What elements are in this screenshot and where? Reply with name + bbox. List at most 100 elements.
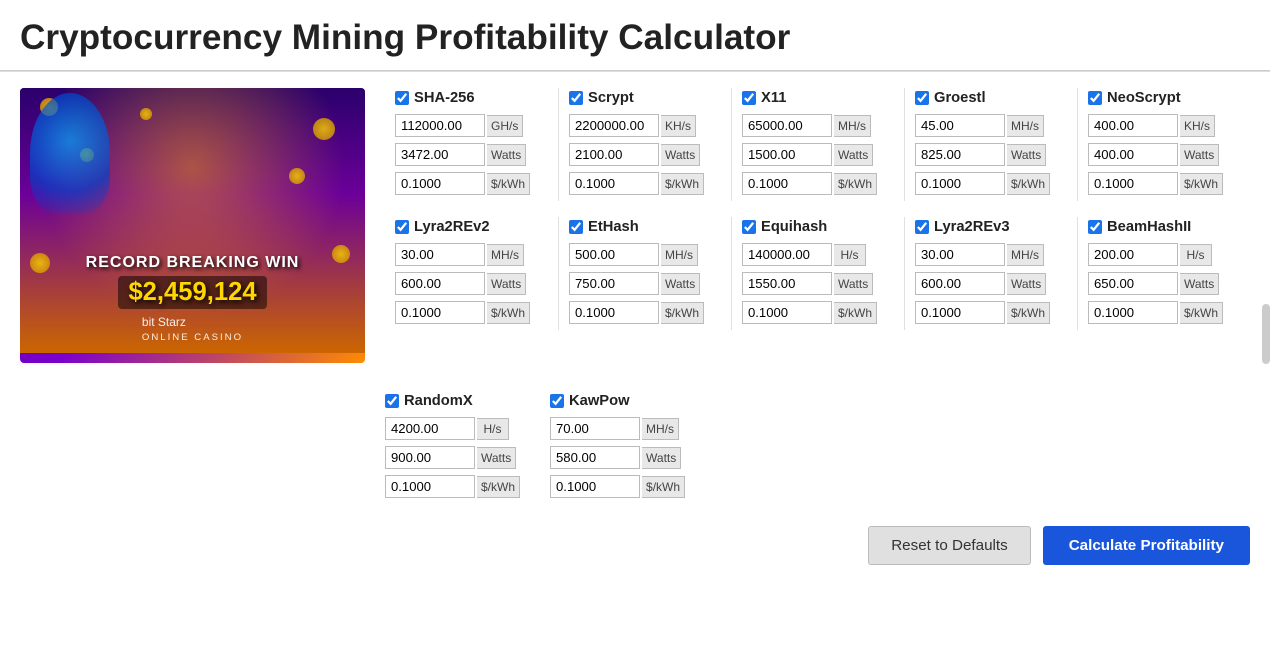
algo-kawpow: KawPow MH/s Watts $/kWh <box>550 391 685 504</box>
scrypt-power-input[interactable] <box>569 143 659 166</box>
lyra2rev2-hashrate-input[interactable] <box>395 243 485 266</box>
scrypt-cost-input[interactable] <box>569 172 659 195</box>
scrypt-power-unit: Watts <box>661 144 700 166</box>
groestl-hashrate-input[interactable] <box>915 114 1005 137</box>
sha256-power-unit: Watts <box>487 144 526 166</box>
algo-scrypt: Scrypt KH/s Watts $/kWh <box>558 88 731 201</box>
beamhashii-power-unit: Watts <box>1180 273 1219 295</box>
equihash-hashrate-input[interactable] <box>742 243 832 266</box>
lyra2rev3-hashrate-unit: MH/s <box>1007 244 1044 266</box>
scrypt-hashrate-unit: KH/s <box>661 115 696 137</box>
groestl-power-input[interactable] <box>915 143 1005 166</box>
page-title: Cryptocurrency Mining Profitability Calc… <box>0 0 1270 71</box>
reset-button[interactable]: Reset to Defaults <box>868 526 1031 565</box>
kawpow-hashrate-input[interactable] <box>550 417 640 440</box>
neoscrypt-hashrate-input[interactable] <box>1088 114 1178 137</box>
beamhashii-cost-input[interactable] <box>1088 301 1178 324</box>
lyra2rev3-power-unit: Watts <box>1007 273 1046 295</box>
ethash-cost-input[interactable] <box>569 301 659 324</box>
beamhashii-label: BeamHashII <box>1107 219 1191 235</box>
ad-amount: $2,459,124 <box>118 276 266 309</box>
scrypt-label: Scrypt <box>588 90 634 106</box>
lyra2rev3-cost-unit: $/kWh <box>1007 302 1050 324</box>
calculate-button[interactable]: Calculate Profitability <box>1043 526 1250 565</box>
algo-randomx: RandomX H/s Watts $/kWh <box>385 391 520 504</box>
neoscrypt-checkbox[interactable] <box>1088 91 1102 105</box>
kawpow-hashrate-unit: MH/s <box>642 418 679 440</box>
ethash-checkbox[interactable] <box>569 220 583 234</box>
scrypt-checkbox[interactable] <box>569 91 583 105</box>
beamhashii-hashrate-unit: H/s <box>1180 244 1212 266</box>
ethash-label: EtHash <box>588 219 639 235</box>
groestl-cost-unit: $/kWh <box>1007 173 1050 195</box>
lyra2rev3-hashrate-input[interactable] <box>915 243 1005 266</box>
beamhashii-power-input[interactable] <box>1088 272 1178 295</box>
sha256-checkbox[interactable] <box>395 91 409 105</box>
equihash-power-unit: Watts <box>834 273 873 295</box>
lyra2rev2-label: Lyra2REv2 <box>414 219 490 235</box>
scrypt-hashrate-input[interactable] <box>569 114 659 137</box>
randomx-checkbox[interactable] <box>385 394 399 408</box>
beamhashii-hashrate-input[interactable] <box>1088 243 1178 266</box>
equihash-power-input[interactable] <box>742 272 832 295</box>
bottom-algorithms: RandomX H/s Watts $/kWh KawPow MH/s Watt… <box>0 379 1270 516</box>
lyra2rev2-cost-unit: $/kWh <box>487 302 530 324</box>
kawpow-cost-input[interactable] <box>550 475 640 498</box>
neoscrypt-cost-unit: $/kWh <box>1180 173 1223 195</box>
x11-checkbox[interactable] <box>742 91 756 105</box>
sha256-cost-input[interactable] <box>395 172 485 195</box>
sha256-label: SHA-256 <box>414 90 475 106</box>
sha256-cost-unit: $/kWh <box>487 173 530 195</box>
groestl-checkbox[interactable] <box>915 91 929 105</box>
ethash-hashrate-unit: MH/s <box>661 244 698 266</box>
randomx-power-input[interactable] <box>385 446 475 469</box>
ethash-hashrate-input[interactable] <box>569 243 659 266</box>
lyra2rev3-label: Lyra2REv3 <box>934 219 1010 235</box>
algo-neoscrypt: NeoScrypt KH/s Watts $/kWh <box>1077 88 1250 201</box>
ethash-power-input[interactable] <box>569 272 659 295</box>
x11-hashrate-input[interactable] <box>742 114 832 137</box>
lyra2rev3-power-input[interactable] <box>915 272 1005 295</box>
algo-ethash: EtHash MH/s Watts $/kWh <box>558 217 731 330</box>
kawpow-power-input[interactable] <box>550 446 640 469</box>
sha256-hashrate-input[interactable] <box>395 114 485 137</box>
randomx-cost-input[interactable] <box>385 475 475 498</box>
neoscrypt-power-unit: Watts <box>1180 144 1219 166</box>
ad-logo: bit Starz ONLINE CASINO <box>142 315 243 343</box>
algo-beamhashii: BeamHashII H/s Watts $/kWh <box>1077 217 1250 330</box>
x11-power-input[interactable] <box>742 143 832 166</box>
kawpow-checkbox[interactable] <box>550 394 564 408</box>
randomx-power-unit: Watts <box>477 447 516 469</box>
x11-power-unit: Watts <box>834 144 873 166</box>
lyra2rev3-checkbox[interactable] <box>915 220 929 234</box>
neoscrypt-power-input[interactable] <box>1088 143 1178 166</box>
algo-x11: X11 MH/s Watts $/kWh <box>731 88 904 201</box>
randomx-label: RandomX <box>404 393 473 409</box>
lyra2rev2-hashrate-unit: MH/s <box>487 244 524 266</box>
x11-label: X11 <box>761 90 786 106</box>
groestl-cost-input[interactable] <box>915 172 1005 195</box>
lyra2rev2-cost-input[interactable] <box>395 301 485 324</box>
ethash-power-unit: Watts <box>661 273 700 295</box>
sha256-power-input[interactable] <box>395 143 485 166</box>
randomx-hashrate-input[interactable] <box>385 417 475 440</box>
equihash-cost-input[interactable] <box>742 301 832 324</box>
beamhashii-checkbox[interactable] <box>1088 220 1102 234</box>
ad-record-label: RECORD BREAKING WIN <box>86 254 300 272</box>
groestl-label: Groestl <box>934 90 986 106</box>
scrypt-cost-unit: $/kWh <box>661 173 704 195</box>
randomx-cost-unit: $/kWh <box>477 476 520 498</box>
x11-hashrate-unit: MH/s <box>834 115 871 137</box>
beamhashii-cost-unit: $/kWh <box>1180 302 1223 324</box>
equihash-checkbox[interactable] <box>742 220 756 234</box>
ad-banner[interactable]: RECORD BREAKING WIN $2,459,124 bit Starz… <box>20 88 365 363</box>
algo-groestl: Groestl MH/s Watts $/kWh <box>904 88 1077 201</box>
equihash-label: Equihash <box>761 219 827 235</box>
randomx-hashrate-unit: H/s <box>477 418 509 440</box>
scrollbar[interactable] <box>1262 304 1270 364</box>
neoscrypt-cost-input[interactable] <box>1088 172 1178 195</box>
lyra2rev2-checkbox[interactable] <box>395 220 409 234</box>
lyra2rev2-power-input[interactable] <box>395 272 485 295</box>
lyra2rev3-cost-input[interactable] <box>915 301 1005 324</box>
x11-cost-input[interactable] <box>742 172 832 195</box>
